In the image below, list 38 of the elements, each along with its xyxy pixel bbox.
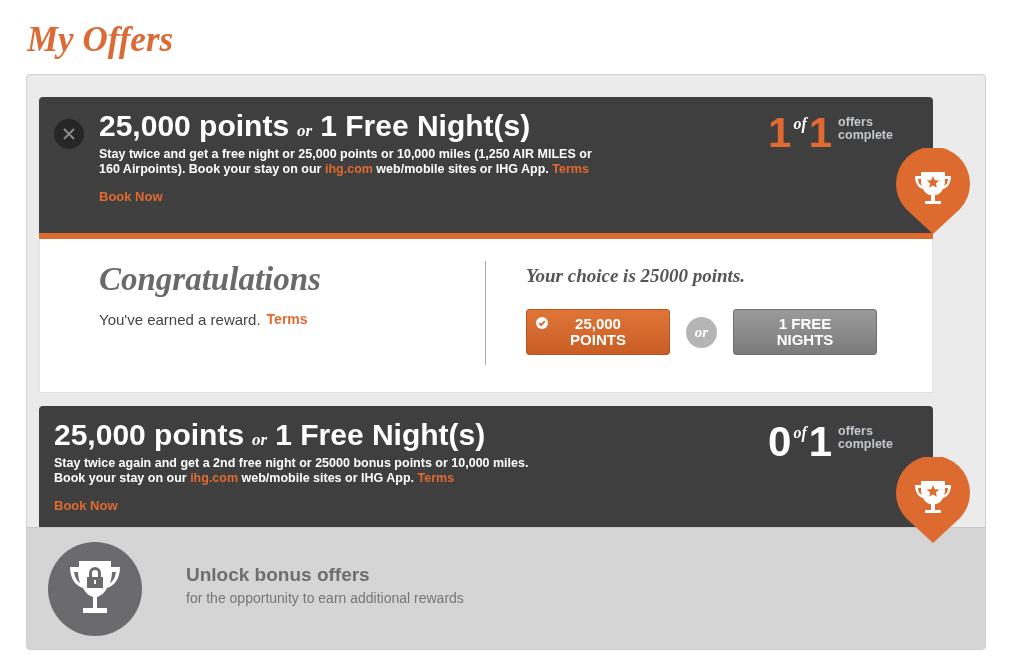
offer-description: Stay twice and get a free night or 25,000 points or 10,000 miles (1,250 AIR MILES or 160 Airpoints). Book your stay on our ihg.com web/mobile sites or IHG App. Terms (99, 147, 593, 177)
total-count: 1 (808, 420, 833, 464)
text-link[interactable]: ihg.com (190, 471, 239, 485)
or-label: or (252, 430, 268, 450)
page-title: My Offers (27, 19, 175, 61)
close-icon (62, 127, 76, 141)
terms-link[interactable]: Terms (266, 311, 308, 328)
text-link[interactable]: ihg.com (324, 162, 373, 176)
choice-text: Your choice is 25000 points. (526, 265, 747, 287)
reward-message: You've earned a reward. (99, 311, 261, 328)
book-now-link[interactable]: Book Now (54, 498, 118, 513)
reward-option-button[interactable]: 25,000 POINTS (526, 309, 670, 355)
bonus-subtitle: for the opportunity to earn additional rewards (186, 589, 464, 606)
progress-label: complete (838, 129, 893, 142)
points-title: 25,000 points (54, 417, 245, 453)
text-link[interactable]: Terms (417, 471, 455, 485)
nights-title: 1 Free Night(s) (320, 108, 531, 144)
reward-option-button[interactable]: 1 FREE NIGHTS (733, 309, 877, 355)
congratulations-heading: Congratulations (99, 261, 322, 297)
completed-count: 0 (768, 420, 792, 464)
check-icon (536, 317, 548, 329)
or-badge: or (686, 316, 717, 348)
text-link[interactable]: Terms (552, 162, 589, 176)
book-now-link[interactable]: Book Now (99, 189, 163, 204)
or-label: or (297, 121, 313, 141)
total-count: 1 (808, 111, 833, 155)
progress-label: complete (838, 438, 893, 451)
offer-description: Stay twice again and get a 2nd free night or 25000 bonus points or 10,000 miles. Book your stay on our ihg.com web/mobile sites or IHG App. Terms (54, 456, 530, 486)
close-button[interactable] (54, 119, 84, 149)
progress-label: offers (838, 116, 874, 129)
nights-title: 1 Free Night(s) (275, 417, 486, 453)
completed-count: 1 (768, 111, 792, 155)
of-label: of (793, 424, 807, 442)
locked-trophy-icon (47, 540, 143, 637)
progress-label: offers (838, 425, 874, 438)
of-label: of (793, 115, 807, 133)
points-title: 25,000 points (99, 108, 290, 144)
bonus-title: Unlock bonus offers (186, 563, 371, 586)
